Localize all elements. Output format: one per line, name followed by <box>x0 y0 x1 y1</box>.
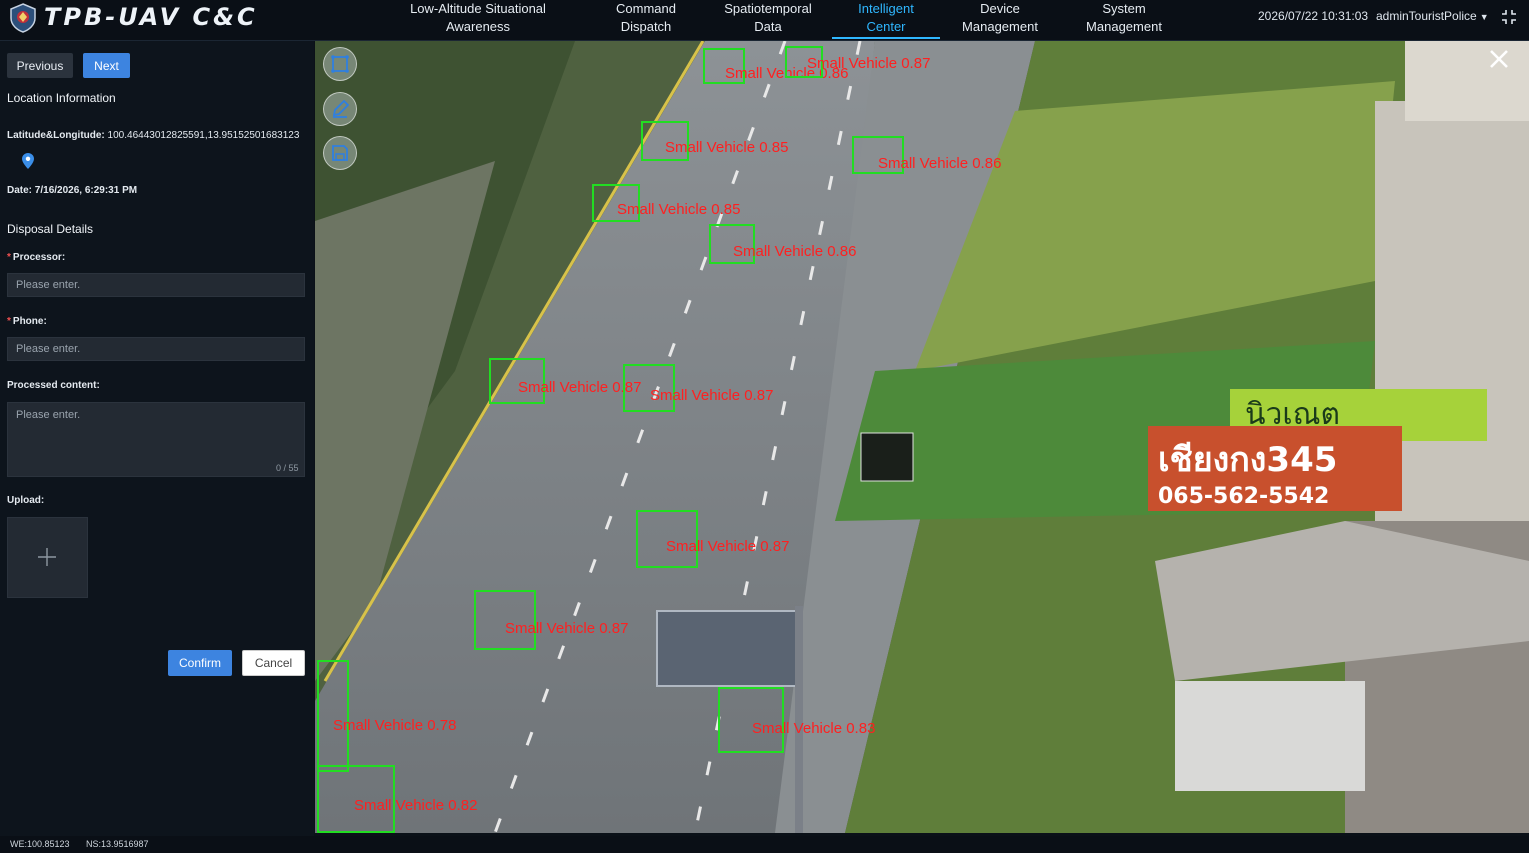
user-name: adminTouristPolice <box>1376 9 1477 23</box>
brand-title: TPB-UAV C&C <box>44 3 258 31</box>
detection-label: Small Vehicle 0.82 <box>354 797 478 814</box>
user-menu[interactable]: adminTouristPolice ▼ <box>1376 9 1489 23</box>
cancel-button[interactable]: Cancel <box>242 650 305 676</box>
datetime: 2026/07/22 10:31:03 <box>1258 9 1369 23</box>
next-button[interactable]: Next <box>83 53 130 78</box>
save-icon <box>332 145 348 161</box>
nav-label-line1: Low-Altitude Situational <box>410 1 546 16</box>
nav-device-management[interactable]: Device Management <box>954 0 1046 40</box>
exit-fullscreen-icon[interactable] <box>1500 8 1518 26</box>
top-bar: TPB-UAV C&C Low-Altitude Situational Awa… <box>0 0 1529 41</box>
drone-video-feed[interactable]: นิวเณต เชียงกง345 065-562-5542 Small Veh… <box>315 41 1529 833</box>
nav-spatiotemporal-data[interactable]: Spatiotemporal Data <box>712 0 824 40</box>
detection-box <box>317 660 349 772</box>
disposal-panel: Previous Next Location Information Latit… <box>0 41 314 853</box>
upload-dropzone[interactable] <box>7 517 88 598</box>
processed-content-label: Processed content: <box>7 380 100 391</box>
nav-label-line2: Management <box>1086 19 1162 34</box>
nav-label-line1: Device <box>980 1 1020 16</box>
disposal-details-title: Disposal Details <box>7 222 94 236</box>
processor-input[interactable] <box>7 273 305 297</box>
phone-label: * Phone: <box>7 316 47 327</box>
location-info-title: Location Information <box>7 91 116 105</box>
logo-icon <box>10 3 36 33</box>
nav-label-line1: System <box>1102 1 1146 16</box>
latlng-row: Latitude&Longitude: 100.46443012825591,1… <box>7 130 299 141</box>
nav-label-line2: Data <box>754 19 782 34</box>
status-bar: WE:100.85123 NS:13.9516987 <box>0 836 1529 853</box>
processed-content-textarea[interactable] <box>7 402 305 477</box>
detection-label: Small Vehicle 0.86 <box>878 155 1002 172</box>
sign-text: เชียงกง345 <box>1158 440 1337 480</box>
char-counter: 0 / 55 <box>276 463 299 473</box>
latlng-value: 100.46443012825591,13.95152501683123 <box>107 130 300 141</box>
nav-command-dispatch[interactable]: Command Dispatch <box>604 0 688 40</box>
detection-label: Small Vehicle 0.87 <box>505 620 629 637</box>
caret-down-icon: ▼ <box>1479 12 1489 22</box>
nav-label-line1: Spatiotemporal <box>724 1 812 16</box>
rect-select-icon <box>331 55 349 73</box>
processor-label: * Processor: <box>7 252 66 263</box>
latitude-readout: NS:13.9516987 <box>86 839 149 849</box>
date-value: 7/16/2026, 6:29:31 PM <box>34 185 138 196</box>
previous-button[interactable]: Previous <box>7 53 73 78</box>
save-tool[interactable] <box>323 136 357 170</box>
detection-label: Small Vehicle 0.86 <box>733 243 857 260</box>
nav-label-line2: Management <box>962 19 1038 34</box>
longitude-readout: WE:100.85123 <box>10 839 70 849</box>
location-pin-icon[interactable] <box>22 153 34 169</box>
nav-label-line2: Dispatch <box>620 19 672 34</box>
detection-label: Small Vehicle 0.85 <box>617 201 741 218</box>
nav-label-line2: Center <box>866 19 906 34</box>
detection-label: Small Vehicle 0.87 <box>650 387 774 404</box>
nav-intelligent-center[interactable]: Intelligent Center <box>832 0 940 40</box>
date-key: Date: <box>7 185 33 196</box>
detection-label: Small Vehicle 0.87 <box>807 55 931 72</box>
sign-phone: 065-562-5542 <box>1158 484 1329 509</box>
rect-select-tool[interactable] <box>323 47 357 81</box>
edit-pencil-icon <box>332 99 350 118</box>
date-row: Date: 7/16/2026, 6:29:31 PM <box>7 185 137 196</box>
nav-label-line1: Command <box>616 1 676 16</box>
detection-label: Small Vehicle 0.78 <box>333 717 457 734</box>
upload-label: Upload: <box>7 495 45 506</box>
latlng-key: Latitude&Longitude: <box>7 130 105 141</box>
plus-icon <box>38 548 56 566</box>
nav-system-management[interactable]: System Management <box>1078 0 1170 40</box>
close-icon[interactable] <box>1487 47 1511 71</box>
detection-label: Small Vehicle 0.83 <box>752 720 876 737</box>
nav-label-line1: Intelligent <box>858 1 914 16</box>
phone-input[interactable] <box>7 337 305 361</box>
detection-label: Small Vehicle 0.85 <box>665 139 789 156</box>
nav-label-line2: Awareness <box>445 19 511 34</box>
confirm-button[interactable]: Confirm <box>168 650 232 676</box>
edit-tool[interactable] <box>323 92 357 126</box>
nav-situational-awareness[interactable]: Low-Altitude Situational Awareness <box>390 0 566 40</box>
detection-label: Small Vehicle 0.87 <box>666 538 790 555</box>
